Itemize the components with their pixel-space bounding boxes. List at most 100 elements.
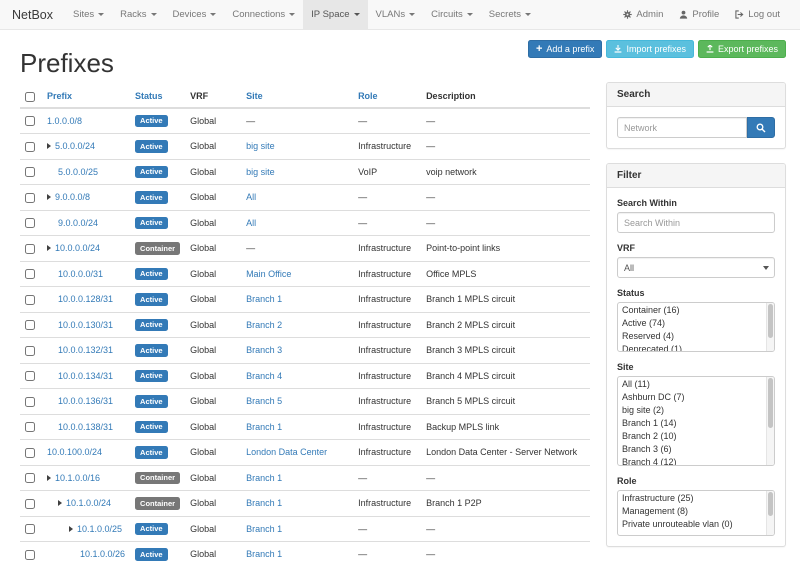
site-link[interactable]: Branch 2 [246, 320, 282, 330]
site-filter-option[interactable]: Branch 2 (10) [618, 430, 774, 443]
prefix-link[interactable]: 10.1.0.0/26 [80, 549, 125, 559]
app-brand[interactable]: NetBox [12, 0, 65, 29]
prefix-link[interactable]: 10.0.0.130/31 [58, 320, 113, 330]
vrf-cell: Global [185, 516, 241, 542]
status-filter-option[interactable]: Container (16) [618, 304, 774, 317]
row-checkbox[interactable] [25, 193, 35, 203]
row-checkbox[interactable] [25, 550, 35, 560]
status-filter-select[interactable]: Container (16)Active (74)Reserved (4)Dep… [617, 302, 775, 352]
prefix-link[interactable]: 10.0.0.136/31 [58, 396, 113, 406]
search-button[interactable] [747, 117, 775, 138]
row-checkbox[interactable] [25, 167, 35, 177]
site-cell: Branch 1 [241, 542, 353, 567]
site-link[interactable]: Branch 3 [246, 345, 282, 355]
prefix-link[interactable]: 9.0.0.0/8 [55, 192, 90, 202]
site-link[interactable]: Branch 1 [246, 422, 282, 432]
row-checkbox[interactable] [25, 371, 35, 381]
nav-item-ip-space[interactable]: IP Space [303, 0, 367, 29]
scrollbar-thumb[interactable] [768, 378, 773, 428]
export-prefixes-button[interactable]: Export prefixes [698, 40, 786, 58]
nav-item-sites[interactable]: Sites [65, 0, 112, 29]
prefix-link[interactable]: 10.0.0.132/31 [58, 345, 113, 355]
prefix-link[interactable]: 5.0.0.0/25 [58, 167, 98, 177]
site-link[interactable]: All [246, 192, 256, 202]
status-filter-option[interactable]: Reserved (4) [618, 330, 774, 343]
nav-item-vlans[interactable]: VLANs [368, 0, 424, 29]
site-filter-option[interactable]: Ashburn DC (7) [618, 391, 774, 404]
prefix-link[interactable]: 9.0.0.0/24 [58, 218, 98, 228]
vrf-select[interactable]: All [617, 257, 775, 278]
status-filter-option[interactable]: Deprecated (1) [618, 343, 774, 352]
row-checkbox[interactable] [25, 524, 35, 534]
row-checkbox[interactable] [25, 269, 35, 279]
site-filter-scrollbar[interactable] [766, 377, 774, 465]
role-filter-scrollbar[interactable] [766, 491, 774, 535]
prefix-link[interactable]: 5.0.0.0/24 [55, 141, 95, 151]
column-header-site[interactable]: Site [241, 87, 353, 108]
prefix-link[interactable]: 10.0.0.138/31 [58, 422, 113, 432]
select-all-checkbox[interactable] [25, 92, 35, 102]
prefix-link[interactable]: 10.0.100.0/24 [47, 447, 102, 457]
prefix-link[interactable]: 10.0.0.134/31 [58, 371, 113, 381]
column-header-status[interactable]: Status [130, 87, 185, 108]
row-checkbox[interactable] [25, 116, 35, 126]
role-filter-option[interactable]: Infrastructure (25) [618, 492, 774, 505]
row-checkbox[interactable] [25, 397, 35, 407]
site-link[interactable]: Branch 4 [246, 371, 282, 381]
row-checkbox[interactable] [25, 142, 35, 152]
site-filter-option[interactable]: All (11) [618, 378, 774, 391]
site-link[interactable]: Main Office [246, 269, 291, 279]
prefix-link[interactable]: 10.0.0.0/31 [58, 269, 103, 279]
row-checkbox[interactable] [25, 295, 35, 305]
row-checkbox[interactable] [25, 473, 35, 483]
prefix-link[interactable]: 10.1.0.0/16 [55, 473, 100, 483]
column-header-prefix[interactable]: Prefix [42, 87, 130, 108]
site-link[interactable]: Branch 1 [246, 473, 282, 483]
row-checkbox[interactable] [25, 422, 35, 432]
nav-item-devices[interactable]: Devices [165, 0, 225, 29]
role-filter-option[interactable]: Private unrouteable vlan (0) [618, 518, 774, 531]
role-filter-select[interactable]: Infrastructure (25)Management (8)Private… [617, 490, 775, 536]
nav-item-log-out[interactable]: Log out [727, 0, 788, 29]
search-within-input[interactable] [617, 212, 775, 233]
row-checkbox[interactable] [25, 320, 35, 330]
row-checkbox[interactable] [25, 346, 35, 356]
scrollbar-thumb[interactable] [768, 492, 773, 516]
row-checkbox[interactable] [25, 448, 35, 458]
site-link[interactable]: London Data Center [246, 447, 327, 457]
prefix-link[interactable]: 1.0.0.0/8 [47, 116, 82, 126]
site-filter-option[interactable]: Branch 1 (14) [618, 417, 774, 430]
nav-item-connections[interactable]: Connections [224, 0, 303, 29]
prefix-link[interactable]: 10.1.0.0/25 [77, 524, 122, 534]
site-link[interactable]: big site [246, 167, 275, 177]
row-checkbox[interactable] [25, 218, 35, 228]
scrollbar-thumb[interactable] [768, 304, 773, 338]
status-filter-scrollbar[interactable] [766, 303, 774, 351]
prefix-link[interactable]: 10.0.0.128/31 [58, 294, 113, 304]
site-filter-select[interactable]: All (11)Ashburn DC (7)big site (2)Branch… [617, 376, 775, 466]
row-checkbox[interactable] [25, 244, 35, 254]
role-filter-option[interactable]: Management (8) [618, 505, 774, 518]
site-link[interactable]: Branch 5 [246, 396, 282, 406]
site-link[interactable]: big site [246, 141, 275, 151]
status-filter-option[interactable]: Active (74) [618, 317, 774, 330]
prefix-link[interactable]: 10.1.0.0/24 [66, 498, 111, 508]
row-checkbox[interactable] [25, 499, 35, 509]
site-link[interactable]: Branch 1 [246, 498, 282, 508]
import-prefixes-button[interactable]: Import prefixes [606, 40, 694, 58]
nav-item-profile[interactable]: Profile [671, 0, 727, 29]
site-link[interactable]: Branch 1 [246, 524, 282, 534]
site-link[interactable]: Branch 1 [246, 294, 282, 304]
prefix-link[interactable]: 10.0.0.0/24 [55, 243, 100, 253]
nav-item-circuits[interactable]: Circuits [423, 0, 481, 29]
site-filter-option[interactable]: Branch 3 (6) [618, 443, 774, 456]
site-filter-option[interactable]: Branch 4 (12) [618, 456, 774, 466]
column-header-role[interactable]: Role [353, 87, 421, 108]
nav-item-secrets[interactable]: Secrets [481, 0, 539, 29]
site-link[interactable]: All [246, 218, 256, 228]
site-link[interactable]: Branch 1 [246, 549, 282, 559]
search-input[interactable] [617, 117, 747, 138]
nav-item-admin[interactable]: Admin [615, 0, 671, 29]
nav-item-racks[interactable]: Racks [112, 0, 164, 29]
site-filter-option[interactable]: big site (2) [618, 404, 774, 417]
